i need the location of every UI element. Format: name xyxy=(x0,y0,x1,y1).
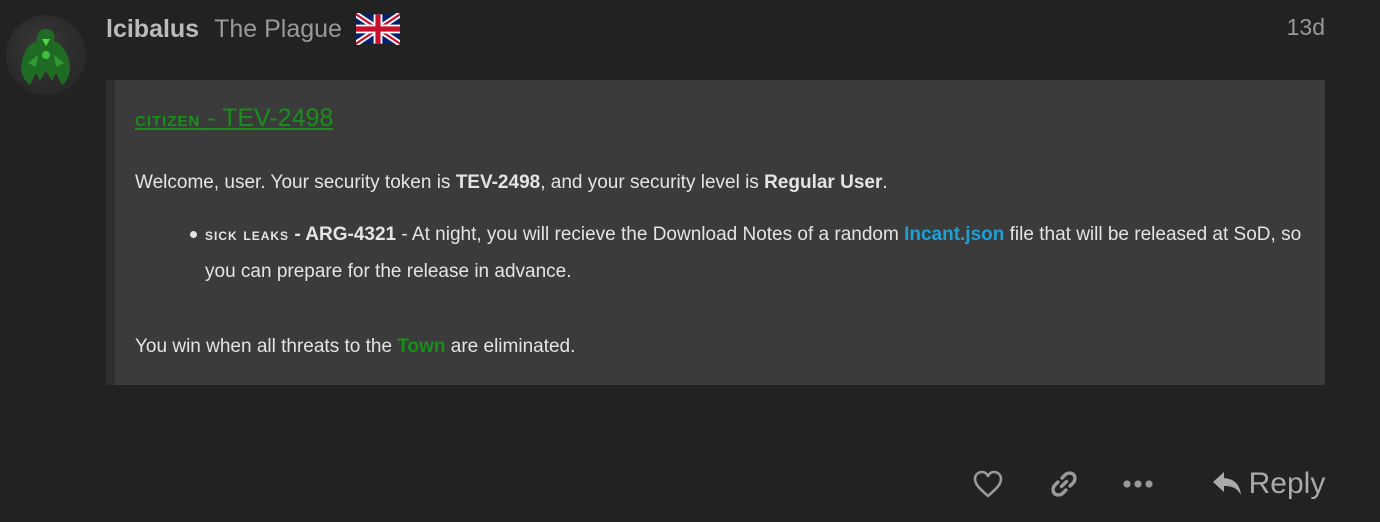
more-options-button[interactable] xyxy=(1116,462,1160,506)
role-name: citizen xyxy=(135,106,201,131)
share-link-button[interactable] xyxy=(1042,462,1086,506)
security-level: Regular User xyxy=(764,172,883,193)
win-suffix: are eliminated. xyxy=(445,336,576,357)
role-heading[interactable]: citizen - TEV-2498 xyxy=(135,104,333,133)
forum-post: lcibalus The Plague 13d citizen - TEV-24… xyxy=(0,0,1380,522)
welcome-middle: , and your security level is xyxy=(540,172,765,193)
welcome-paragraph: Welcome, user. Your security token is TE… xyxy=(135,172,888,194)
link-icon xyxy=(1051,471,1077,497)
ability-code: ARG-4321 xyxy=(305,224,397,245)
username[interactable]: lcibalus xyxy=(106,15,199,44)
heart-icon xyxy=(973,470,1003,498)
incant-json-link[interactable]: Incant.json xyxy=(904,224,1004,245)
ellipsis-icon xyxy=(1123,480,1153,488)
heading-separator: - xyxy=(200,104,223,132)
uk-flag-icon xyxy=(354,11,402,47)
ability-text-before: - At night, you will recieve the Downloa… xyxy=(396,224,905,245)
post-date[interactable]: 13d xyxy=(1287,14,1325,41)
reply-arrow-icon xyxy=(1212,472,1241,495)
win-condition: You win when all threats to the Town are… xyxy=(135,336,575,358)
list-item: sick leaks - ARG-4321 - At night, you wi… xyxy=(190,216,1325,290)
post-header: lcibalus The Plague xyxy=(106,11,402,47)
faction-name: Town xyxy=(397,336,446,357)
like-button[interactable] xyxy=(966,462,1010,506)
ability-list: sick leaks - ARG-4321 - At night, you wi… xyxy=(189,216,1325,290)
win-prefix: You win when all threats to the xyxy=(135,336,398,357)
reply-button[interactable]: Reply xyxy=(1206,462,1330,506)
ability-name: sick leaks xyxy=(205,225,290,244)
avatar[interactable] xyxy=(6,15,86,95)
role-card: citizen - TEV-2498 Welcome, user. Your s… xyxy=(106,80,1325,385)
green-figure-avatar-icon xyxy=(21,29,71,85)
reply-label: Reply xyxy=(1248,467,1326,500)
welcome-suffix: . xyxy=(882,172,888,193)
security-token: TEV-2498 xyxy=(455,172,541,193)
bullet-icon xyxy=(190,231,197,238)
welcome-prefix: Welcome, user. Your security token is xyxy=(135,172,456,193)
ability-separator: - xyxy=(289,224,306,245)
user-title: The Plague xyxy=(214,14,342,43)
role-token: TEV-2498 xyxy=(222,104,334,132)
